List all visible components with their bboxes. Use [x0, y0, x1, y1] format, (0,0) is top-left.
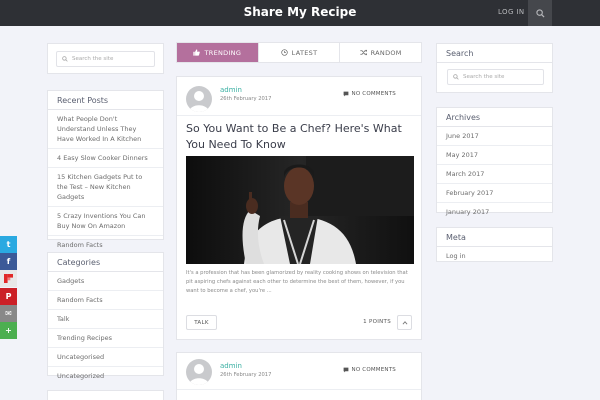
- category-link[interactable]: Trending Recipes: [48, 329, 163, 348]
- tab-label: TRENDING: [204, 48, 242, 57]
- post-date: 26th February 2017: [220, 96, 272, 102]
- post-tag-button[interactable]: TALK: [186, 315, 217, 330]
- comment-icon: [343, 91, 348, 97]
- facebook-icon: f: [6, 257, 11, 266]
- archive-link[interactable]: March 2017: [437, 165, 552, 184]
- category-link[interactable]: Gadgets: [48, 272, 163, 291]
- header-search-button[interactable]: [528, 0, 552, 26]
- archives-title: Archives: [437, 108, 552, 127]
- post-author[interactable]: admin: [220, 362, 242, 370]
- thumbs-up-icon: [193, 49, 201, 56]
- post-sort-tabs: TRENDING LATEST RANDOM: [176, 42, 422, 63]
- right-search-widget: Search: [436, 43, 553, 93]
- categories-widget: Categories Gadgets Random Facts Talk Tre…: [47, 252, 164, 380]
- post-card: admin 26th February 2017 NO COMMENTS: [176, 352, 422, 400]
- left-search-field[interactable]: [56, 51, 155, 67]
- recent-post-link[interactable]: 4 Easy Slow Cooker Dinners: [48, 149, 163, 168]
- recent-posts-widget: Recent Posts What People Don't Understan…: [47, 90, 164, 249]
- categories-title: Categories: [48, 253, 163, 272]
- upvote-button[interactable]: [397, 315, 412, 330]
- post-excerpt: It's a profession that has been glamoriz…: [186, 270, 408, 294]
- pinterest-icon: P: [5, 292, 12, 301]
- recent-post-link[interactable]: What People Don't Understand Unless They…: [48, 110, 163, 149]
- comments-label: NO COMMENTS: [351, 91, 396, 97]
- top-navigation-bar: Share My Recipe LOG IN: [0, 0, 600, 26]
- category-link[interactable]: Uncategorized: [48, 367, 163, 385]
- post-featured-image[interactable]: [186, 156, 414, 264]
- category-link[interactable]: Random Facts: [48, 291, 163, 310]
- post-comments-link[interactable]: NO COMMENTS: [343, 367, 397, 373]
- right-search-input[interactable]: [463, 74, 543, 80]
- meta-link[interactable]: Log in: [437, 247, 552, 265]
- share-more-button[interactable]: +: [0, 322, 17, 339]
- tab-label: LATEST: [291, 48, 318, 57]
- comments-label: NO COMMENTS: [351, 367, 396, 373]
- meta-title: Meta: [437, 228, 552, 247]
- archives-widget: Archives June 2017 May 2017 March 2017 F…: [436, 107, 553, 216]
- comment-icon: [343, 367, 348, 373]
- twitter-icon: t: [6, 240, 11, 249]
- search-icon: [62, 56, 68, 62]
- shuffle-icon: [359, 49, 367, 56]
- recent-posts-title: Recent Posts: [48, 91, 163, 110]
- tab-random[interactable]: RANDOM: [340, 43, 421, 62]
- archive-link[interactable]: January 2017: [437, 203, 552, 221]
- avatar[interactable]: [186, 86, 212, 112]
- post-date: 26th February 2017: [220, 372, 272, 378]
- category-link[interactable]: Uncategorised: [48, 348, 163, 367]
- archive-link[interactable]: February 2017: [437, 184, 552, 203]
- post-divider: [177, 115, 421, 116]
- clock-icon: [281, 49, 288, 56]
- share-flipboard-button[interactable]: [0, 270, 17, 287]
- tab-label: RANDOM: [370, 48, 402, 57]
- user-silhouette-icon: [189, 91, 209, 112]
- post-divider: [177, 389, 421, 390]
- left-widget-partial: [47, 390, 164, 400]
- email-icon: ✉: [5, 309, 12, 318]
- recent-post-link[interactable]: 15 Kitchen Gadgets Put to the Test – New…: [48, 168, 163, 207]
- archive-link[interactable]: June 2017: [437, 127, 552, 146]
- share-facebook-button[interactable]: f: [0, 253, 17, 270]
- login-link[interactable]: LOG IN: [498, 8, 525, 16]
- chevron-up-icon: [402, 320, 407, 324]
- user-silhouette-icon: [189, 364, 209, 385]
- flipboard-icon: [4, 274, 13, 283]
- share-pinterest-button[interactable]: P: [0, 288, 17, 305]
- right-search-field[interactable]: [447, 69, 544, 85]
- left-search-widget: [47, 43, 164, 74]
- archive-link[interactable]: May 2017: [437, 146, 552, 165]
- more-share-icon: +: [5, 326, 12, 335]
- search-icon: [453, 74, 459, 80]
- share-twitter-button[interactable]: t: [0, 236, 17, 253]
- share-email-button[interactable]: ✉: [0, 305, 17, 322]
- chef-photo: [186, 156, 414, 264]
- post-points: 1 POINTS: [363, 319, 391, 325]
- post-author[interactable]: admin: [220, 86, 242, 94]
- post-comments-link[interactable]: NO COMMENTS: [343, 91, 397, 97]
- search-widget-title: Search: [437, 44, 552, 63]
- recent-post-link[interactable]: 5 Crazy Inventions You Can Buy Now On Am…: [48, 207, 163, 236]
- search-icon: [535, 8, 545, 18]
- post-title[interactable]: So You Want to Be a Chef? Here's What Yo…: [186, 121, 414, 153]
- category-link[interactable]: Talk: [48, 310, 163, 329]
- left-search-input[interactable]: [72, 56, 152, 62]
- meta-widget: Meta Log in: [436, 227, 553, 262]
- avatar[interactable]: [186, 359, 212, 385]
- tab-trending[interactable]: TRENDING: [177, 43, 259, 62]
- tab-latest[interactable]: LATEST: [259, 43, 341, 62]
- post-card: admin 26th February 2017 NO COMMENTS So …: [176, 76, 422, 340]
